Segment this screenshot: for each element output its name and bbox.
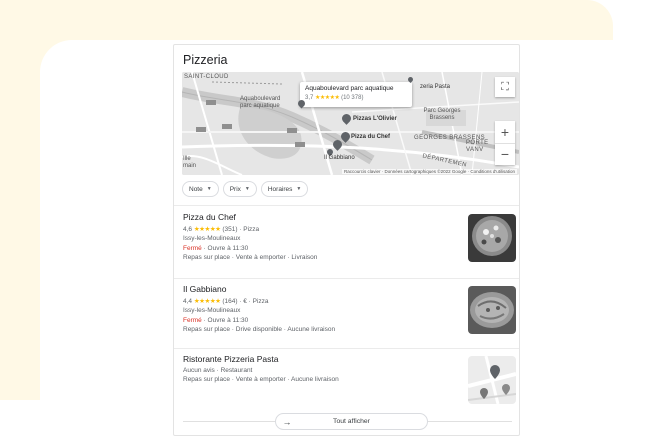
filter-horaires-button[interactable]: Horaires ▼ (260, 181, 309, 197)
result-thumbnail-image[interactable] (468, 214, 516, 262)
pin-label-pizza-du-chef: Pizza du Chef (351, 134, 391, 140)
arrow-right-icon: → (282, 416, 292, 427)
tooltip-rating-value: 3,7 (305, 95, 314, 101)
map-label-porte-vanves: PORTE VANV (466, 140, 489, 153)
map-label-pizzeria-pasta: zeria Pasta (420, 84, 451, 90)
pin-label-il-gabbiano: Il Gabbiano (324, 155, 355, 161)
divider (428, 421, 512, 422)
map-zoom-control: + − (495, 121, 515, 165)
result-thumbnail-image[interactable] (468, 286, 516, 334)
divider (183, 421, 275, 422)
caret-down-icon: ▼ (206, 186, 212, 192)
map-tooltip[interactable]: Aquaboulevard parc aquatique 3,7 ★★★★★ (… (300, 82, 412, 107)
expand-icon: ⛶ (501, 80, 509, 93)
filter-note-button[interactable]: Note ▼ (182, 181, 219, 197)
result-item-il-gabbiano[interactable]: Il Gabbiano 4,4 ★★★★★ (164) · € · Pizza … (183, 284, 518, 344)
result-rating: 4,4 (183, 297, 193, 305)
result-stars: ★★★★★ (193, 297, 221, 305)
divider (174, 205, 519, 206)
zoom-in-button[interactable]: + (495, 121, 515, 143)
map[interactable]: SAINT-CLOUD Aquaboulevard parc aquatique… (182, 72, 519, 175)
map-attribution[interactable]: Raccourcis clavier · Données cartographi… (341, 169, 517, 174)
result-status: Fermé (183, 316, 202, 324)
tooltip-rating: 3,7 ★★★★★ (10 378) (305, 94, 407, 101)
filter-horaires-label: Horaires (267, 185, 293, 193)
filter-chips: Note ▼ Prix ▼ Horaires ▼ (182, 181, 309, 197)
result-meta: (164) · € · Pizza (222, 297, 269, 305)
result-meta: (351) · Pizza (222, 225, 260, 233)
map-label-aquaboulevard: Aquaboulevard parc aquatique (240, 96, 281, 109)
divider (174, 348, 519, 349)
show-all-button[interactable]: → Tout afficher (275, 413, 428, 430)
result-opens: · Ouvre à 11:30 (201, 244, 249, 252)
zoom-out-button[interactable]: − (495, 142, 515, 166)
divider (174, 278, 519, 279)
result-status: Fermé (183, 244, 202, 252)
map-label-saint-cloud: SAINT-CLOUD (184, 74, 229, 80)
tooltip-review-count: (10 378) (341, 95, 364, 101)
filter-note-label: Note (189, 185, 203, 193)
map-label-parc-georges-brassens: Parc Georges Brassens (423, 108, 461, 121)
result-opens: · Ouvre à 11:30 (201, 316, 249, 324)
result-item-ristorante-pizzeria-pasta[interactable]: Ristorante Pizzeria Pasta Aucun avis · R… (183, 354, 518, 404)
pin-label-pizzas-lolivier: Pizzas L'Olivier (353, 116, 397, 122)
map-fullscreen-button[interactable]: ⛶ (495, 77, 515, 97)
tooltip-place-name: Aquaboulevard parc aquatique (305, 85, 394, 92)
local-pack-panel: Pizzeria SAINT-CLOUD Aquaboulevard parc … (173, 44, 520, 436)
result-map-thumbnail[interactable] (468, 356, 516, 404)
filter-prix-button[interactable]: Prix ▼ (222, 181, 257, 197)
result-stars: ★★★★★ (193, 225, 221, 233)
tooltip-stars: ★★★★★ (315, 95, 340, 101)
caret-down-icon: ▼ (296, 186, 302, 192)
result-item-pizza-du-chef[interactable]: Pizza du Chef 4,6 ★★★★★ (351) · Pizza Is… (183, 212, 518, 272)
caret-down-icon: ▼ (244, 186, 250, 192)
show-all-label: Tout afficher (333, 418, 370, 425)
result-rating: 4,6 (183, 225, 193, 233)
map-label-ville: Ille main (183, 156, 197, 169)
filter-prix-label: Prix (229, 185, 241, 193)
local-pack-title: Pizzeria (183, 53, 228, 67)
